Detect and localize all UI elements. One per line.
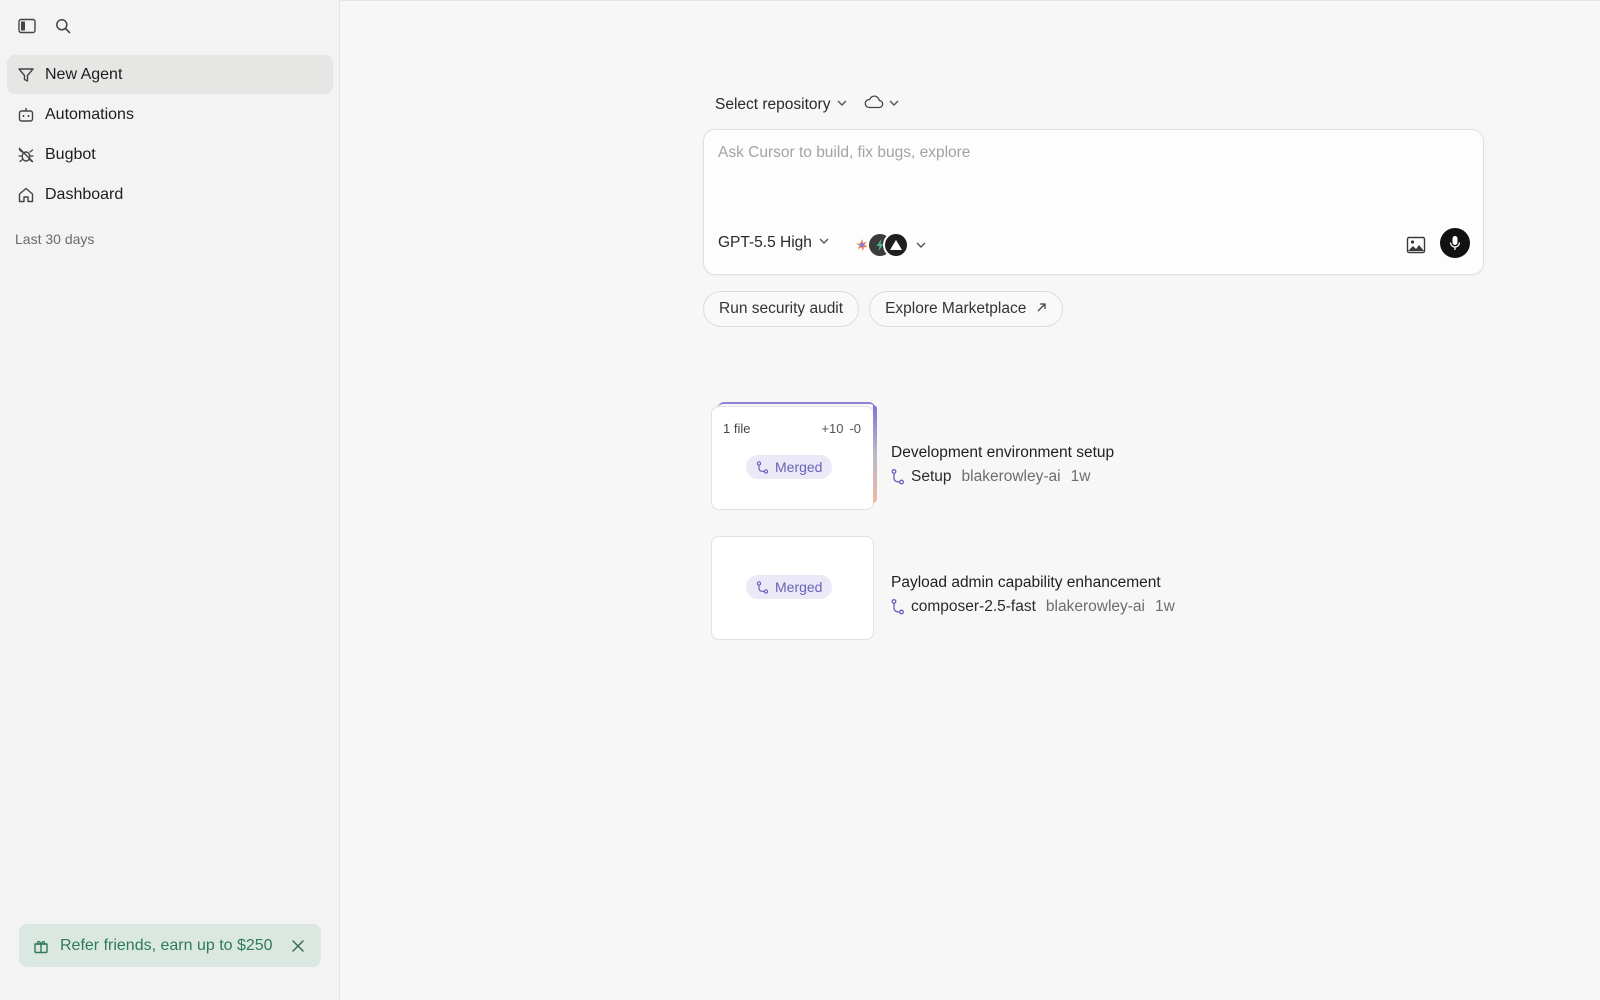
merge-icon [891,469,904,485]
microphone-button[interactable] [1440,228,1470,258]
merge-icon [891,599,904,615]
agent-avatar-triangle-icon [883,232,909,258]
chevron-down-icon [818,234,830,252]
deletions-count: -0 [849,421,861,436]
main-content: Select repository GPT-5.5 High [341,0,1600,1000]
chevron-down-icon [836,96,848,114]
sidebar-item-bugbot[interactable]: Bugbot [7,135,333,174]
sidebar-item-dashboard[interactable]: Dashboard [7,175,333,214]
additions-count: +10 [821,421,844,436]
task-title[interactable]: Development environment setup [891,444,1114,462]
task-branch-name: composer-2.5-fast [911,598,1036,615]
repo-row: Select repository [715,95,900,114]
file-count: 1 file [723,421,751,436]
task-meta: composer-2.5-fast blakerowley-ai 1w [891,598,1175,616]
status-badge: Merged [746,455,833,479]
bug-icon [17,146,35,164]
task-branch-name: Setup [911,468,952,485]
referral-banner[interactable]: Refer friends, earn up to $250 [19,924,321,967]
funnel-icon [17,66,35,84]
sidebar-item-automations[interactable]: Automations [7,95,333,134]
chip-explore-marketplace[interactable]: Explore Marketplace [869,291,1064,327]
status-badge-label: Merged [775,579,823,595]
agents-select[interactable] [854,232,927,258]
task-owner: blakerowley-ai [961,468,1061,485]
prompt-composer: GPT-5.5 High [703,129,1484,275]
status-badge: Merged [746,575,833,599]
task-item[interactable]: Merged Payload admin capability enhancem… [711,536,1411,640]
toggle-sidebar-icon[interactable] [16,15,38,37]
status-badge-label: Merged [775,459,823,475]
microphone-icon [1449,236,1461,250]
task-age: 1w [1070,468,1091,485]
gift-icon [33,937,51,955]
merge-icon [756,580,769,594]
sidebar-nav: New Agent Automations Bugbot Dashboard [7,55,333,215]
sidebar-item-label: Bugbot [45,145,96,163]
task-title[interactable]: Payload admin capability enhancement [891,574,1161,592]
task-item[interactable]: 1 file +10 -0 Merged Development environ… [711,402,1411,510]
merge-icon [756,460,769,474]
sidebar-item-label: Dashboard [45,185,124,203]
sidebar-item-new-agent[interactable]: New Agent [7,55,333,94]
task-list: 1 file +10 -0 Merged Development environ… [711,402,1411,666]
task-preview-card[interactable]: Merged [711,536,874,640]
cloud-icon [864,95,884,114]
task-preview-card[interactable]: 1 file +10 -0 Merged [711,402,877,510]
sidebar-top-icons [16,15,74,37]
search-icon[interactable] [52,15,74,37]
external-link-icon [1036,300,1047,318]
prompt-input[interactable] [718,144,1458,204]
suggestion-chips: Run security audit Explore Marketplace [703,291,1064,327]
environment-select[interactable] [864,95,900,114]
sidebar: New Agent Automations Bugbot Dashboard L… [0,0,340,1000]
chevron-down-icon [915,239,927,251]
chip-label: Run security audit [719,300,844,317]
repository-select-label: Select repository [715,95,831,113]
task-meta: Setup blakerowley-ai 1w [891,468,1090,486]
referral-text: Refer friends, earn up to $250 [60,936,273,954]
image-icon[interactable] [1405,234,1427,256]
task-owner: blakerowley-ai [1045,598,1145,615]
robot-icon [17,106,35,124]
chip-run-security-audit[interactable]: Run security audit [703,291,860,327]
home-icon [17,186,35,204]
chip-label: Explore Marketplace [885,300,1027,317]
task-age: 1w [1155,598,1175,615]
model-select-label: GPT-5.5 High [718,234,812,251]
diff-stats: +10 -0 [821,421,861,436]
task-branch: composer-2.5-fast [891,598,1036,616]
sidebar-item-label: Automations [45,105,134,123]
sidebar-item-label: New Agent [45,65,123,83]
model-select[interactable]: GPT-5.5 High [718,234,830,252]
chevron-down-icon [888,96,900,114]
task-branch: Setup [891,468,952,486]
section-label-recent: Last 30 days [15,231,95,247]
repository-select[interactable]: Select repository [715,96,848,114]
close-icon[interactable] [289,937,307,955]
